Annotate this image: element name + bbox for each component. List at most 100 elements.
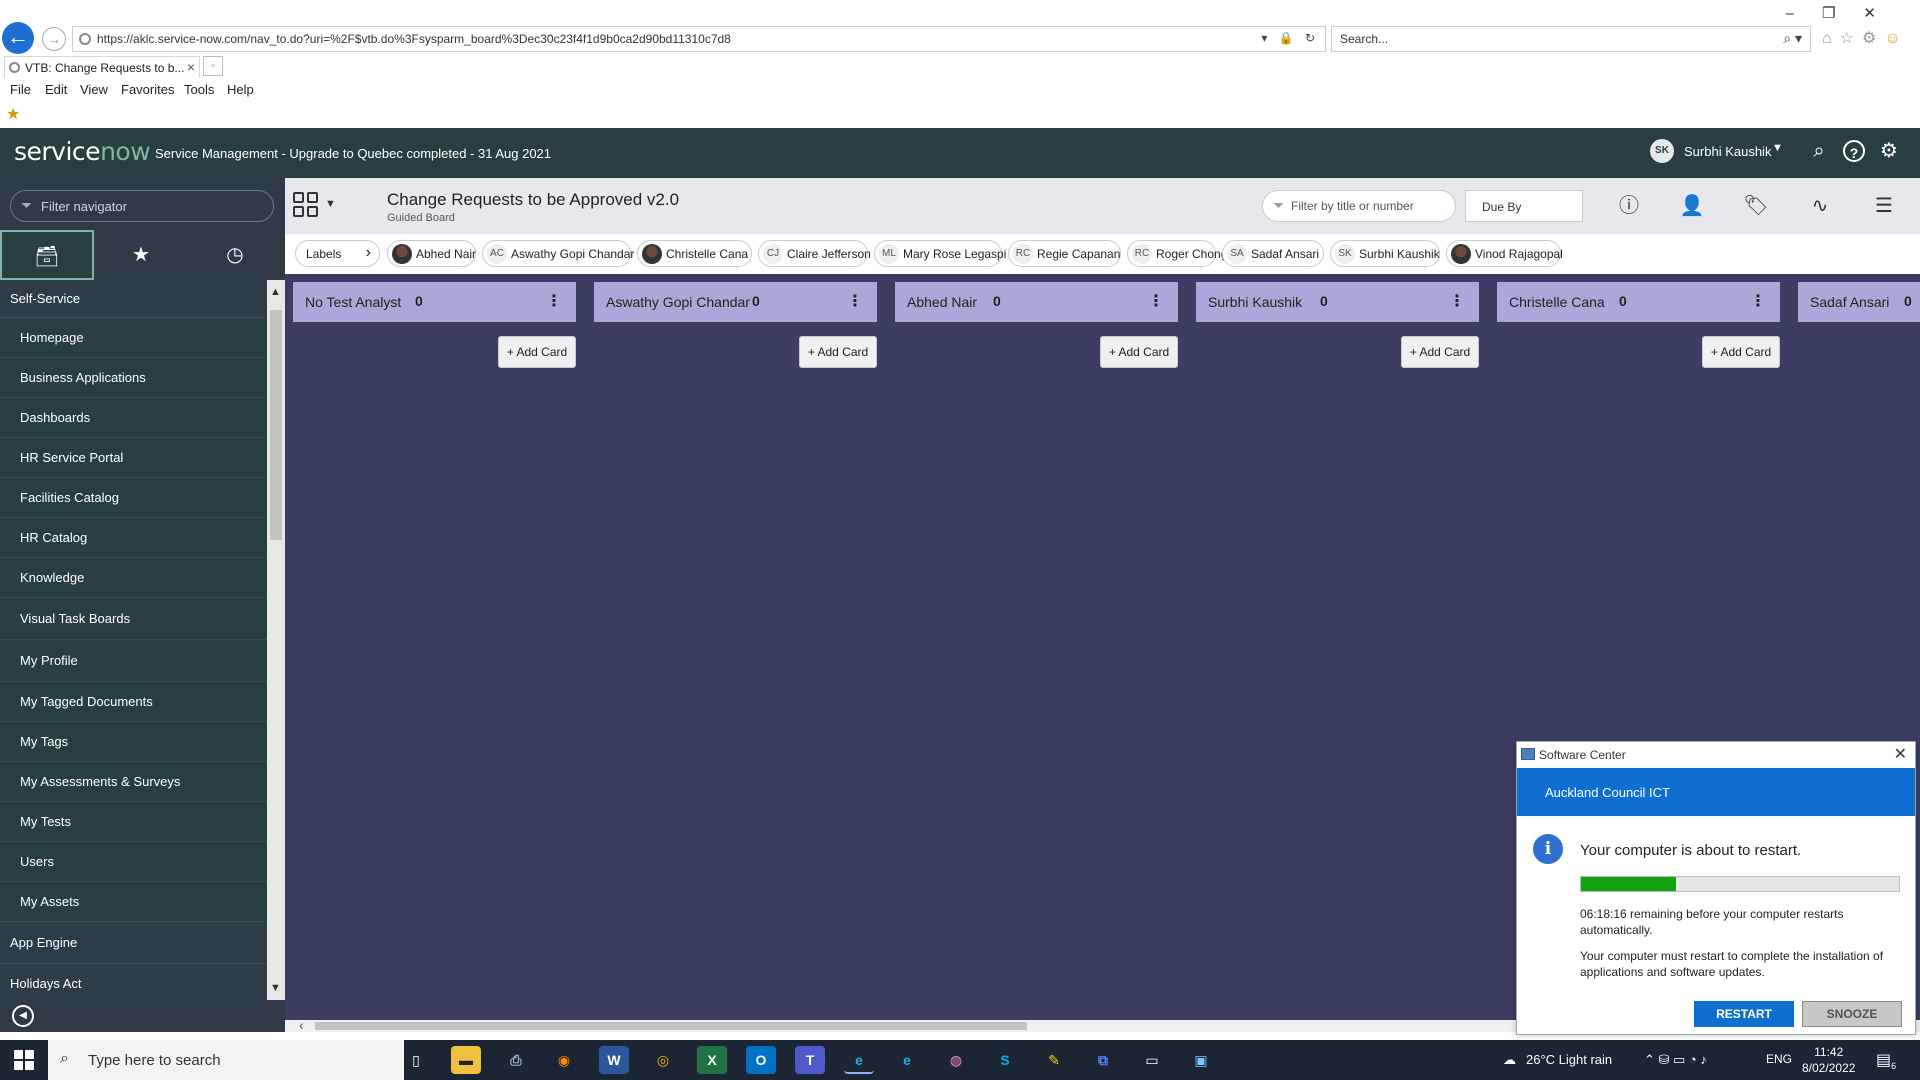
user-name[interactable]: Surbhi Kaushik — [1684, 144, 1771, 159]
member-chip[interactable]: ML Mary Rose Legaspi — [874, 240, 1006, 267]
taskbar-search-box[interactable]: ⌕ Type here to search — [48, 1040, 404, 1080]
labels-tag-icon[interactable]: 🏷 — [1742, 192, 1770, 220]
navigator-application[interactable]: Self-Service — [0, 280, 267, 318]
edge-icon[interactable]: e — [892, 1046, 922, 1074]
restore-icon[interactable]: ❐ — [1822, 5, 1863, 22]
board-grid-icon[interactable] — [293, 192, 321, 220]
menu-view[interactable]: View — [80, 82, 108, 97]
lane-header[interactable]: Surbhi Kaushik 0 ⋮ — [1196, 282, 1479, 322]
network-app-icon[interactable]: ⧉ — [1088, 1046, 1118, 1074]
browser-search-placeholder[interactable]: Search... — [1340, 32, 1388, 46]
menu-tools[interactable]: Tools — [184, 82, 214, 97]
tab-favorites[interactable]: ★ — [94, 230, 188, 280]
new-tab-icon[interactable]: ▫ — [203, 56, 223, 76]
member-chip[interactable]: RC Roger Chong — [1127, 240, 1227, 267]
help-icon[interactable]: ? — [1843, 140, 1865, 162]
add-card-button[interactable]: + Add Card — [1401, 336, 1479, 368]
member-chip[interactable]: CJ Claire Jefferson — [758, 240, 871, 267]
scroll-down-icon[interactable]: ▼ — [270, 982, 281, 994]
minimize-icon[interactable]: – — [1786, 5, 1822, 22]
snooze-button[interactable]: SNOOZE — [1802, 1001, 1902, 1027]
add-card-button[interactable]: + Add Card — [498, 336, 576, 368]
lane-menu-kebab-icon[interactable]: ⋮ — [1750, 291, 1766, 311]
lane-header[interactable]: No Test Analyst 0 ⋮ — [293, 282, 576, 322]
address-bar-icons[interactable]: ▾ 🔒 ↻ — [1261, 31, 1319, 45]
filter-navigator-input[interactable]: ⏷ Filter navigator — [10, 190, 274, 222]
notes-app-icon[interactable]: ✎ — [1039, 1046, 1069, 1074]
add-card-button[interactable]: + Add Card — [799, 336, 877, 368]
windows-start-icon[interactable] — [14, 1050, 34, 1070]
navigator-module[interactable]: Facilities Catalog — [0, 478, 267, 518]
scroll-left-icon[interactable]: ‹ — [299, 1017, 304, 1033]
settings-gear-icon[interactable]: ⚙ — [1862, 30, 1884, 47]
restart-button[interactable]: RESTART — [1694, 1001, 1794, 1027]
menu-file[interactable]: File — [10, 82, 31, 97]
close-icon[interactable]: ✕ — [1894, 744, 1907, 764]
lane-header[interactable]: Christelle Cana 0 ⋮ — [1497, 282, 1780, 322]
user-menu-caret-icon[interactable]: ▼ — [1772, 142, 1783, 154]
printer-app-icon[interactable]: ⎙ — [501, 1046, 531, 1074]
excel-icon[interactable]: X — [697, 1046, 727, 1074]
close-window-icon[interactable]: ✕ — [1863, 5, 1904, 22]
scrollbar-thumb[interactable] — [315, 1022, 1027, 1030]
address-bar[interactable]: https://aklc.service-now.com/nav_to.do?u… — [72, 26, 1326, 52]
navigator-module[interactable]: Homepage — [0, 318, 267, 358]
lane-menu-kebab-icon[interactable]: ⋮ — [1449, 291, 1465, 311]
weather-text[interactable]: 26°C Light rain — [1526, 1052, 1612, 1067]
navigator-module[interactable]: My Assets — [0, 882, 267, 922]
member-chip[interactable]: Abhed Nair — [387, 240, 476, 267]
board-menu-caret-icon[interactable]: ▼ — [325, 198, 336, 210]
board-settings-sliders-icon[interactable]: ☰ — [1870, 192, 1898, 220]
browser-search-bar[interactable]: Search... ⌕ ▾ — [1331, 26, 1811, 52]
navigator-module[interactable]: HR Catalog — [0, 518, 267, 558]
navigator-application[interactable]: App Engine — [0, 922, 267, 964]
teams-icon[interactable]: T — [795, 1046, 825, 1074]
lane-menu-kebab-icon[interactable]: ⋮ — [847, 291, 863, 311]
user-avatar[interactable]: SK — [1650, 139, 1674, 163]
navigator-module[interactable]: My Profile — [0, 640, 267, 682]
lane-header[interactable]: Sadaf Ansari 0 — [1798, 282, 1920, 322]
navigator-module[interactable]: Knowledge — [0, 558, 267, 598]
info-icon[interactable]: ⓘ — [1615, 192, 1643, 220]
file-explorer-icon[interactable]: ▬ — [451, 1046, 481, 1074]
navigator-module[interactable]: Business Applications — [0, 358, 267, 398]
member-chip[interactable]: Christelle Cana — [637, 240, 752, 267]
menu-favorites[interactable]: Favorites — [121, 82, 174, 97]
labels-chip[interactable]: Labels › — [295, 240, 380, 267]
lane-menu-kebab-icon[interactable]: ⋮ — [546, 291, 562, 311]
add-card-button[interactable]: + Add Card — [1702, 336, 1780, 368]
navigator-module[interactable]: My Assessments & Surveys — [0, 762, 267, 802]
member-chip[interactable]: AC Aswathy Gopi Chandar — [482, 240, 634, 267]
taskbar-search-placeholder[interactable]: Type here to search — [88, 1052, 221, 1069]
member-chip[interactable]: Vinod Rajagopal — [1446, 240, 1563, 267]
chevron-right-icon[interactable]: › — [366, 244, 371, 262]
navigator-module[interactable]: My Tests — [0, 802, 267, 842]
language-indicator[interactable]: ENG — [1766, 1052, 1792, 1066]
forward-arrow-icon[interactable]: → — [42, 27, 66, 51]
navigator-module[interactable]: Dashboards — [0, 398, 267, 438]
weather-cloud-icon[interactable]: ☁ — [1503, 1052, 1516, 1068]
navigator-module[interactable]: Visual Task Boards — [0, 598, 267, 640]
home-icon[interactable]: ⌂ — [1822, 30, 1840, 47]
navigator-module[interactable]: Users — [0, 842, 267, 882]
tab-history[interactable]: ◷ — [188, 230, 282, 280]
back-arrow-icon[interactable]: ← — [2, 22, 34, 54]
taskbar-clock[interactable]: 11:42 8/02/2022 — [1802, 1044, 1855, 1076]
skype-icon[interactable]: S — [990, 1046, 1020, 1074]
lane-header[interactable]: Abhed Nair 0 ⋮ — [895, 282, 1178, 322]
activity-pulse-icon[interactable]: ∿ — [1806, 192, 1834, 220]
smiley-icon[interactable]: ☺ — [1884, 30, 1908, 47]
tab-all-applications[interactable]: 🗃 — [0, 230, 94, 280]
member-chip[interactable]: RC Regie Capanan — [1008, 240, 1121, 267]
add-card-button[interactable]: + Add Card — [1100, 336, 1178, 368]
notification-icon[interactable]: ▤6 — [1876, 1050, 1896, 1071]
remote-app-icon[interactable]: ◉ — [549, 1046, 579, 1074]
board-filter-placeholder[interactable]: Filter by title or number — [1291, 199, 1414, 213]
member-chip[interactable]: SA Sadaf Ansari — [1222, 240, 1324, 267]
firefox-icon[interactable]: ◍ — [941, 1046, 971, 1074]
navigator-module[interactable]: HR Service Portal — [0, 438, 267, 478]
favorites-star-icon[interactable]: ☆ — [1840, 30, 1862, 47]
filter-navigator-placeholder[interactable]: Filter navigator — [41, 199, 127, 214]
word-icon[interactable]: W — [599, 1046, 629, 1074]
lane-menu-kebab-icon[interactable]: ⋮ — [1148, 291, 1164, 311]
